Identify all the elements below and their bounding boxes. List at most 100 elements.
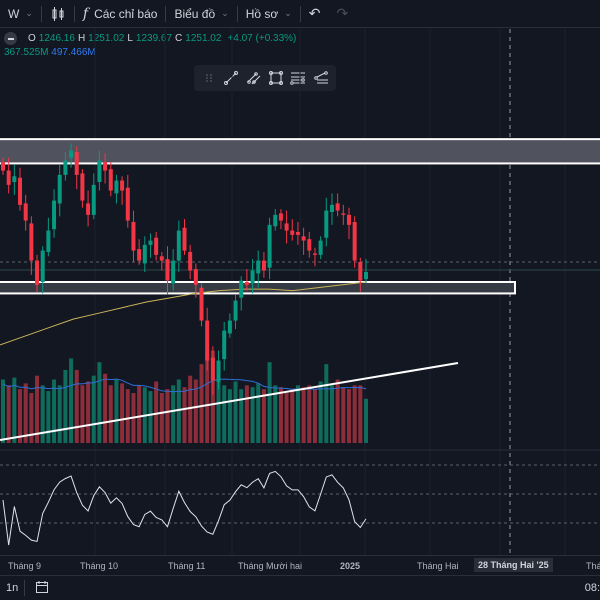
candle-body bbox=[120, 180, 125, 191]
candle-body bbox=[91, 184, 96, 215]
time-label: Tháng 10 bbox=[80, 561, 119, 571]
candle-body bbox=[114, 180, 119, 194]
top-toolbar: W ⌄ f Các chỉ báo Biểu đồ ⌄ Hồ sơ ⌄ ↶ ↷ bbox=[0, 0, 600, 28]
volume-bar bbox=[364, 398, 368, 443]
candle-body bbox=[239, 280, 244, 298]
volume-bar bbox=[244, 385, 249, 443]
candle-body bbox=[290, 230, 295, 235]
volume-bar bbox=[159, 393, 164, 443]
volume-bar bbox=[40, 385, 45, 443]
volume-bar bbox=[312, 389, 317, 443]
volume-bar bbox=[250, 387, 255, 443]
volume-bar bbox=[227, 389, 232, 443]
candle-body bbox=[171, 260, 176, 284]
candle-body bbox=[346, 214, 351, 225]
resistance-zone bbox=[0, 138, 600, 165]
volume-bar bbox=[239, 389, 244, 443]
undo-icon: ↶ bbox=[308, 5, 321, 21]
candle-body bbox=[125, 187, 130, 221]
volume-bar bbox=[108, 385, 113, 443]
candle-body bbox=[318, 240, 323, 255]
candle-body bbox=[131, 222, 136, 251]
goto-date-icon[interactable] bbox=[25, 580, 59, 597]
candle-body bbox=[148, 240, 153, 245]
candle-body bbox=[52, 200, 57, 230]
volume-bar bbox=[74, 369, 79, 443]
support-zone bbox=[0, 281, 516, 295]
volume-bar bbox=[18, 389, 23, 443]
candle-body bbox=[324, 210, 329, 238]
time-label: 2025 bbox=[340, 561, 361, 571]
candle-body bbox=[250, 270, 255, 284]
volume-bar bbox=[188, 375, 193, 443]
time-axis[interactable]: Tháng 9 Tháng 10 Tháng 11 Tháng Mười hai… bbox=[0, 555, 600, 575]
volume-bar bbox=[182, 387, 187, 443]
candlestick-icon bbox=[52, 6, 64, 21]
volume-bar bbox=[352, 385, 357, 443]
volume-bar bbox=[324, 364, 329, 443]
interval-selector[interactable]: W ⌄ bbox=[0, 0, 41, 28]
price-chart[interactable] bbox=[0, 29, 600, 555]
candle-body bbox=[63, 160, 68, 175]
candle-body bbox=[165, 259, 170, 281]
chart-label: Biểu đồ bbox=[174, 6, 216, 21]
volume-bar bbox=[176, 379, 181, 443]
volume-bar bbox=[307, 385, 312, 443]
candle-body bbox=[216, 360, 221, 382]
volume-bar bbox=[346, 389, 351, 443]
chevron-down-icon: ⌄ bbox=[284, 8, 292, 18]
indicators-button[interactable]: f Các chỉ báo bbox=[75, 0, 166, 28]
undo-button[interactable]: ↶ bbox=[301, 0, 329, 28]
volume-bar bbox=[341, 387, 346, 443]
candle-body bbox=[154, 237, 159, 255]
profile-button[interactable]: Hồ sơ ⌄ bbox=[238, 0, 300, 28]
bottom-toolbar: 1n 08: bbox=[0, 575, 600, 600]
volume-bar bbox=[91, 375, 96, 443]
chart-menu-button[interactable]: Biểu đồ ⌄ bbox=[166, 0, 236, 28]
candle-body bbox=[284, 223, 289, 231]
candle-body bbox=[80, 173, 85, 201]
volume-bar bbox=[57, 385, 62, 443]
candle-body bbox=[222, 330, 227, 360]
time-label: Tháng 11 bbox=[168, 561, 206, 571]
candle-body bbox=[29, 223, 34, 261]
candle-body bbox=[312, 253, 317, 255]
candle-body bbox=[295, 232, 300, 235]
time-label: Tháng Hai bbox=[417, 561, 459, 571]
volume-bar bbox=[6, 385, 11, 443]
candle-body bbox=[35, 260, 40, 285]
volume-bar bbox=[199, 364, 204, 443]
candle-body bbox=[364, 272, 368, 280]
candle-type-button[interactable] bbox=[42, 0, 74, 28]
time-label: Tháng 9 bbox=[8, 561, 42, 571]
volume-bar bbox=[335, 379, 340, 443]
candle-body bbox=[301, 236, 306, 241]
candle-body bbox=[210, 357, 215, 381]
redo-button[interactable]: ↷ bbox=[329, 0, 357, 28]
candle-body bbox=[352, 222, 357, 261]
volume-bar bbox=[1, 379, 5, 443]
rsi-line bbox=[2, 470, 367, 546]
candle-body bbox=[341, 213, 346, 215]
volume-bar bbox=[69, 358, 74, 443]
chevron-down-icon: ⌄ bbox=[221, 8, 229, 18]
candle-body bbox=[205, 320, 210, 361]
volume-bar bbox=[125, 389, 130, 443]
volume-bar bbox=[23, 383, 28, 443]
volume-bar bbox=[103, 373, 108, 443]
candle-body bbox=[329, 204, 334, 212]
candle-body bbox=[159, 256, 164, 261]
redo-icon: ↷ bbox=[336, 5, 349, 21]
candle-body bbox=[97, 160, 102, 182]
candle-body bbox=[335, 203, 340, 211]
volume-bar bbox=[120, 383, 125, 443]
candle-body bbox=[103, 162, 108, 171]
candle-body bbox=[267, 224, 272, 268]
volume-bar bbox=[261, 389, 266, 443]
volume-bar bbox=[165, 389, 170, 443]
volume-bar bbox=[86, 381, 91, 443]
range-button-1y[interactable]: 1n bbox=[0, 582, 24, 594]
candle-body bbox=[273, 214, 278, 227]
volume-bar bbox=[284, 393, 289, 443]
crosshair-time-label: 28 Tháng Hai '25 bbox=[474, 558, 553, 572]
